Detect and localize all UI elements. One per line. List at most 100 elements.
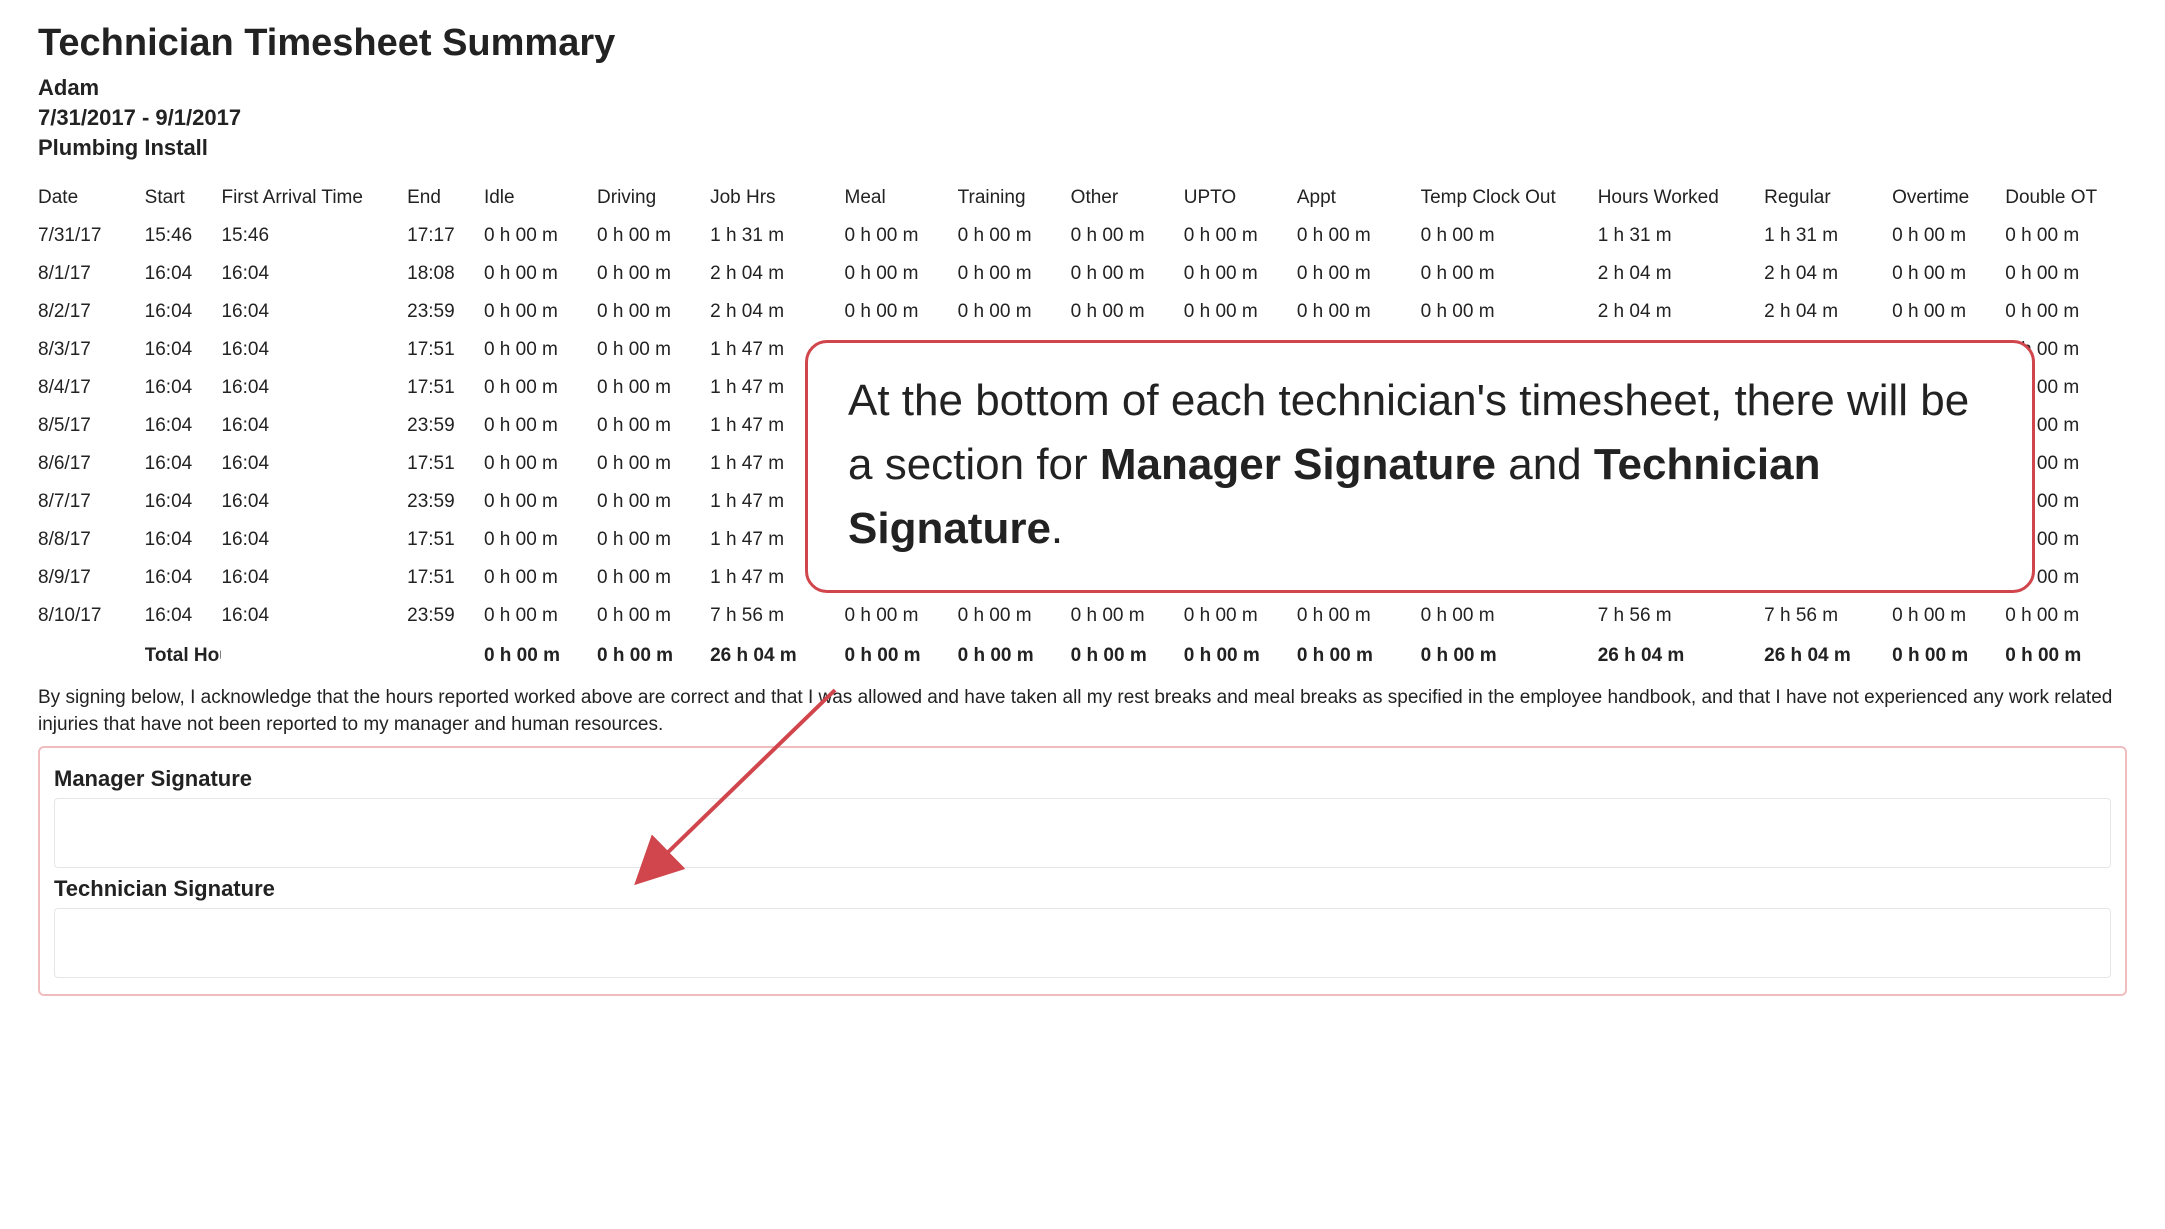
cell-driving: 0 h 00 m (597, 293, 710, 331)
totals-dot: 0 h 00 m (2005, 635, 2127, 675)
cell-regular: 1 h 31 m (1764, 217, 1892, 255)
cell-job: 2 h 04 m (710, 255, 844, 293)
cell-date: 8/3/17 (38, 331, 145, 369)
page-title: Technician Timesheet Summary (38, 22, 2127, 65)
totals-idle: 0 h 00 m (484, 635, 597, 675)
cell-first_arrival: 16:04 (221, 369, 407, 407)
cell-end: 17:51 (407, 331, 484, 369)
totals-blank (38, 635, 145, 675)
col-appt: Appt (1297, 179, 1421, 217)
cell-dot: 0 h 00 m (2005, 597, 2127, 635)
technician-name: Adam (38, 75, 2127, 101)
totals-job: 26 h 04 m (710, 635, 844, 675)
totals-driving: 0 h 00 m (597, 635, 710, 675)
cell-upto: 0 h 00 m (1184, 217, 1297, 255)
cell-ot: 0 h 00 m (1892, 293, 2005, 331)
cell-date: 8/7/17 (38, 483, 145, 521)
col-driving: Driving (597, 179, 710, 217)
cell-end: 23:59 (407, 483, 484, 521)
table-row: 8/1/1716:0416:0418:080 h 00 m0 h 00 m2 h… (38, 255, 2127, 293)
cell-training: 0 h 00 m (958, 217, 1071, 255)
cell-idle: 0 h 00 m (484, 369, 597, 407)
cell-meal: 0 h 00 m (845, 597, 958, 635)
cell-start: 16:04 (145, 331, 222, 369)
cell-driving: 0 h 00 m (597, 597, 710, 635)
cell-idle: 0 h 00 m (484, 521, 597, 559)
cell-driving: 0 h 00 m (597, 445, 710, 483)
date-range: 7/31/2017 - 9/1/2017 (38, 105, 2127, 131)
cell-training: 0 h 00 m (958, 255, 1071, 293)
cell-driving: 0 h 00 m (597, 483, 710, 521)
cell-start: 16:04 (145, 559, 222, 597)
cell-end: 17:51 (407, 369, 484, 407)
cell-temp: 0 h 00 m (1421, 217, 1598, 255)
table-row: 7/31/1715:4615:4617:170 h 00 m0 h 00 m1 … (38, 217, 2127, 255)
cell-job: 7 h 56 m (710, 597, 844, 635)
totals-temp: 0 h 00 m (1421, 635, 1598, 675)
annotation-arrow-icon (620, 680, 880, 920)
business-unit: Plumbing Install (38, 135, 2127, 161)
cell-training: 0 h 00 m (958, 293, 1071, 331)
col-double-ot: Double OT (2005, 179, 2127, 217)
cell-first_arrival: 16:04 (221, 521, 407, 559)
cell-job: 1 h 31 m (710, 217, 844, 255)
cell-ot: 0 h 00 m (1892, 217, 2005, 255)
col-idle: Idle (484, 179, 597, 217)
cell-driving: 0 h 00 m (597, 331, 710, 369)
cell-driving: 0 h 00 m (597, 407, 710, 445)
cell-driving: 0 h 00 m (597, 369, 710, 407)
cell-other: 0 h 00 m (1071, 293, 1184, 331)
cell-driving: 0 h 00 m (597, 255, 710, 293)
cell-dot: 0 h 00 m (2005, 255, 2127, 293)
cell-idle: 0 h 00 m (484, 293, 597, 331)
cell-date: 8/2/17 (38, 293, 145, 331)
table-row: 8/2/1716:0416:0423:590 h 00 m0 h 00 m2 h… (38, 293, 2127, 331)
col-first-arrival: First Arrival Time (221, 179, 407, 217)
totals-upto: 0 h 00 m (1184, 635, 1297, 675)
cell-idle: 0 h 00 m (484, 445, 597, 483)
col-regular: Regular (1764, 179, 1892, 217)
cell-end: 18:08 (407, 255, 484, 293)
cell-idle: 0 h 00 m (484, 597, 597, 635)
col-meal: Meal (845, 179, 958, 217)
col-start: Start (145, 179, 222, 217)
cell-regular: 7 h 56 m (1764, 597, 1892, 635)
cell-first_arrival: 16:04 (221, 331, 407, 369)
cell-start: 16:04 (145, 445, 222, 483)
cell-first_arrival: 16:04 (221, 445, 407, 483)
cell-date: 7/31/17 (38, 217, 145, 255)
cell-first_arrival: 16:04 (221, 407, 407, 445)
totals-hours: 26 h 04 m (1598, 635, 1764, 675)
manager-signature-box[interactable] (54, 798, 2111, 868)
cell-upto: 0 h 00 m (1184, 255, 1297, 293)
manager-signature-label: Manager Signature (54, 766, 2111, 792)
signature-section: Manager Signature Technician Signature (38, 746, 2127, 996)
cell-driving: 0 h 00 m (597, 559, 710, 597)
annotation-callout: At the bottom of each technician's times… (805, 340, 2035, 593)
totals-ot: 0 h 00 m (1892, 635, 2005, 675)
totals-training: 0 h 00 m (958, 635, 1071, 675)
cell-idle: 0 h 00 m (484, 255, 597, 293)
cell-regular: 2 h 04 m (1764, 255, 1892, 293)
col-date: Date (38, 179, 145, 217)
cell-idle: 0 h 00 m (484, 331, 597, 369)
cell-appt: 0 h 00 m (1297, 597, 1421, 635)
callout-bold-1: Manager Signature (1100, 440, 1496, 489)
cell-first_arrival: 16:04 (221, 559, 407, 597)
cell-first_arrival: 15:46 (221, 217, 407, 255)
cell-dot: 0 h 00 m (2005, 217, 2127, 255)
col-other: Other (1071, 179, 1184, 217)
cell-training: 0 h 00 m (958, 597, 1071, 635)
cell-start: 16:04 (145, 597, 222, 635)
cell-date: 8/10/17 (38, 597, 145, 635)
cell-start: 16:04 (145, 521, 222, 559)
cell-appt: 0 h 00 m (1297, 293, 1421, 331)
col-temp-clock-out: Temp Clock Out (1421, 179, 1598, 217)
totals-regular: 26 h 04 m (1764, 635, 1892, 675)
cell-other: 0 h 00 m (1071, 597, 1184, 635)
cell-end: 23:59 (407, 597, 484, 635)
totals-row: Total Hours0 h 00 m0 h 00 m26 h 04 m0 h … (38, 635, 2127, 675)
table-header-row: Date Start First Arrival Time End Idle D… (38, 179, 2127, 217)
cell-hours: 2 h 04 m (1598, 255, 1764, 293)
technician-signature-box[interactable] (54, 908, 2111, 978)
